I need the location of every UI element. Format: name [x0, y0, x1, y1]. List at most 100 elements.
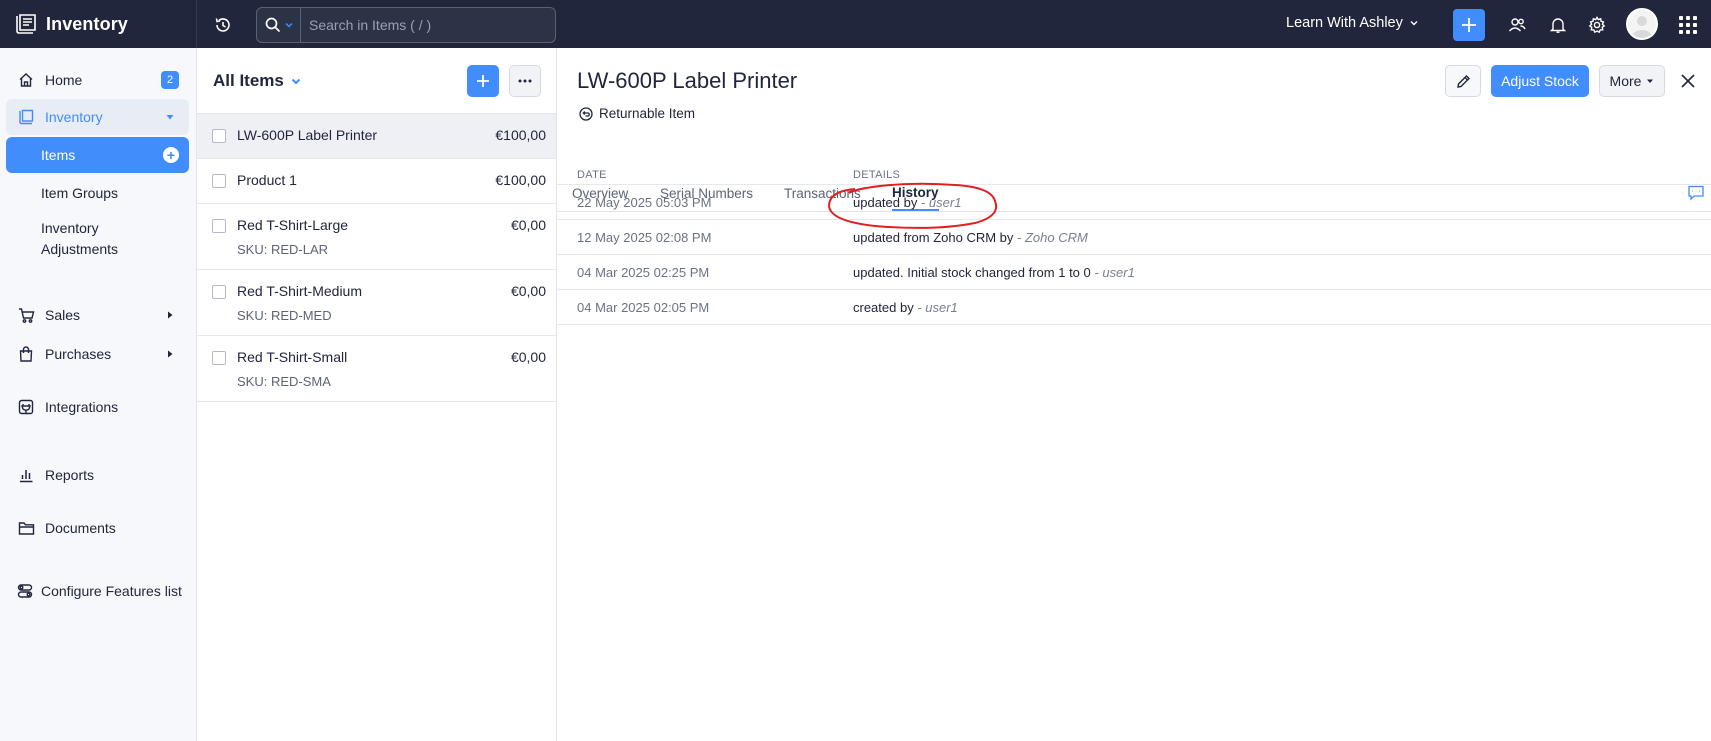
item-checkbox[interactable]	[212, 129, 226, 143]
list-title: All Items	[213, 70, 284, 90]
sidebar-item-label: Sales	[45, 307, 81, 323]
search-filter-dropdown[interactable]	[257, 8, 301, 42]
item-name: Red T-Shirt-Small	[237, 349, 348, 365]
sidebar-item-item-groups[interactable]: Item Groups	[6, 175, 189, 211]
history-row: 04 Mar 2025 02:05 PM created by - user1	[557, 290, 1711, 325]
history-row: 12 May 2025 02:08 PM updated from Zoho C…	[557, 220, 1711, 255]
history-row: 04 Mar 2025 02:25 PM updated. Initial st…	[557, 255, 1711, 290]
sidebar-item-items[interactable]: Items +	[6, 137, 189, 173]
sidebar-item-inventory[interactable]: Inventory	[6, 99, 189, 135]
history-table-header: DATE DETAILS	[557, 164, 1711, 185]
organization-name: Learn With Ashley	[1286, 15, 1403, 31]
item-checkbox[interactable]	[212, 285, 226, 299]
search-box[interactable]	[256, 7, 556, 43]
sidebar-item-label-line1: Inventory	[41, 220, 99, 236]
sidebar-item-home[interactable]: Home 2	[6, 62, 189, 98]
item-price: €100,00	[495, 127, 546, 143]
item-checkbox[interactable]	[212, 219, 226, 233]
caret-right-icon	[168, 311, 173, 319]
sidebar-item-label: Home	[45, 72, 83, 88]
item-price: €100,00	[495, 172, 546, 188]
item-sku: SKU: RED-LAR	[237, 242, 329, 257]
avatar-head	[1637, 16, 1647, 26]
history-text: created by	[853, 300, 914, 315]
chevron-down-icon	[285, 22, 293, 28]
configure-label: Configure Features list	[41, 583, 182, 599]
new-item-button[interactable]	[467, 65, 499, 97]
app-logo[interactable]: Inventory	[0, 0, 197, 48]
pencil-icon	[1456, 74, 1470, 88]
item-sku: SKU: RED-SMA	[237, 374, 331, 389]
list-item[interactable]: LW-600P Label Printer €100,00	[197, 114, 556, 159]
list-view-dropdown[interactable]: All Items	[213, 71, 302, 91]
list-item[interactable]: Red T-Shirt-Large SKU: RED-LAR €0,00	[197, 204, 556, 270]
ellipsis-icon	[518, 79, 532, 83]
shopping-bag-icon	[16, 344, 36, 364]
configure-features-list[interactable]: Configure Features list	[6, 573, 189, 609]
settings-button[interactable]	[1586, 14, 1608, 36]
item-price: €0,00	[510, 349, 546, 365]
sidebar-item-integrations[interactable]: Integrations	[6, 389, 189, 425]
organization-switcher[interactable]: Learn With Ashley	[1286, 15, 1419, 31]
add-item-plus-icon[interactable]: +	[163, 147, 179, 163]
sidebar-item-reports[interactable]: Reports	[6, 457, 189, 493]
apps-grid-icon[interactable]	[1679, 16, 1697, 34]
history-date: 04 Mar 2025 02:25 PM	[577, 265, 710, 280]
caret-down-icon	[1647, 79, 1654, 83]
app-name: Inventory	[46, 13, 128, 34]
item-name: LW-600P Label Printer	[237, 127, 378, 143]
recent-history-button[interactable]	[212, 14, 234, 36]
close-icon	[1681, 74, 1695, 88]
inventory-logo-icon	[16, 14, 36, 34]
more-actions-button[interactable]: More	[1599, 65, 1665, 97]
list-item[interactable]: Product 1 €100,00	[197, 159, 556, 204]
sidebar-item-label-line2: Adjustments	[41, 241, 119, 257]
item-checkbox[interactable]	[212, 351, 226, 365]
sidebar-item-inventory-adjustments[interactable]: Inventory Adjustments	[6, 212, 189, 260]
history-user: - Zoho CRM	[1017, 230, 1088, 245]
history-text: updated. Initial stock changed from 1 to…	[853, 265, 1091, 280]
history-date: 12 May 2025 02:08 PM	[577, 230, 712, 245]
plus-icon	[1462, 18, 1476, 32]
sidebar-item-sales[interactable]: Sales	[6, 297, 189, 333]
item-checkbox[interactable]	[212, 174, 226, 188]
sidebar-item-label: Items	[41, 147, 76, 163]
history-row: 22 May 2025 05:03 PM updated by - user1	[557, 185, 1711, 220]
history-date: 22 May 2025 05:03 PM	[577, 195, 712, 210]
chevron-down-icon	[1410, 21, 1418, 26]
list-item[interactable]: Red T-Shirt-Medium SKU: RED-MED €0,00	[197, 270, 556, 336]
user-avatar[interactable]	[1626, 8, 1658, 40]
search-input[interactable]	[301, 17, 541, 33]
history-details: updated from Zoho CRM by - Zoho CRM	[853, 230, 1088, 245]
sidebar-item-label: Purchases	[45, 346, 112, 362]
notifications-button[interactable]	[1547, 14, 1569, 36]
quick-create-button[interactable]	[1453, 9, 1485, 41]
integrations-icon	[16, 397, 36, 417]
history-user: - user1	[920, 195, 962, 210]
list-more-options-button[interactable]	[509, 65, 541, 97]
history-date: 04 Mar 2025 02:05 PM	[577, 300, 710, 315]
people-icon	[1508, 18, 1526, 32]
item-sku: SKU: RED-MED	[237, 308, 332, 323]
caret-right-icon	[168, 350, 173, 358]
plus-icon	[477, 75, 489, 87]
history-details: created by - user1	[853, 300, 958, 315]
folder-icon	[16, 518, 36, 538]
close-button[interactable]	[1677, 70, 1699, 92]
return-icon	[579, 106, 593, 121]
home-badge: 2	[161, 71, 179, 89]
history-user: - user1	[917, 300, 958, 315]
sidebar-item-purchases[interactable]: Purchases	[6, 336, 189, 372]
returnable-text: Returnable Item	[599, 106, 696, 121]
history-icon	[215, 18, 230, 32]
adjust-stock-button[interactable]: Adjust Stock	[1491, 65, 1589, 97]
refer-friends-button[interactable]	[1506, 14, 1528, 36]
top-bar: Inventory Learn With Ashley	[0, 0, 1711, 48]
sidebar-item-documents[interactable]: Documents	[6, 510, 189, 546]
item-price: €0,00	[510, 283, 546, 299]
edit-button[interactable]	[1445, 65, 1481, 97]
list-item[interactable]: Red T-Shirt-Small SKU: RED-SMA €0,00	[197, 336, 556, 402]
item-title: LW-600P Label Printer	[577, 68, 798, 93]
chevron-down-icon	[291, 78, 301, 84]
sidebar-item-label: Item Groups	[41, 185, 119, 201]
